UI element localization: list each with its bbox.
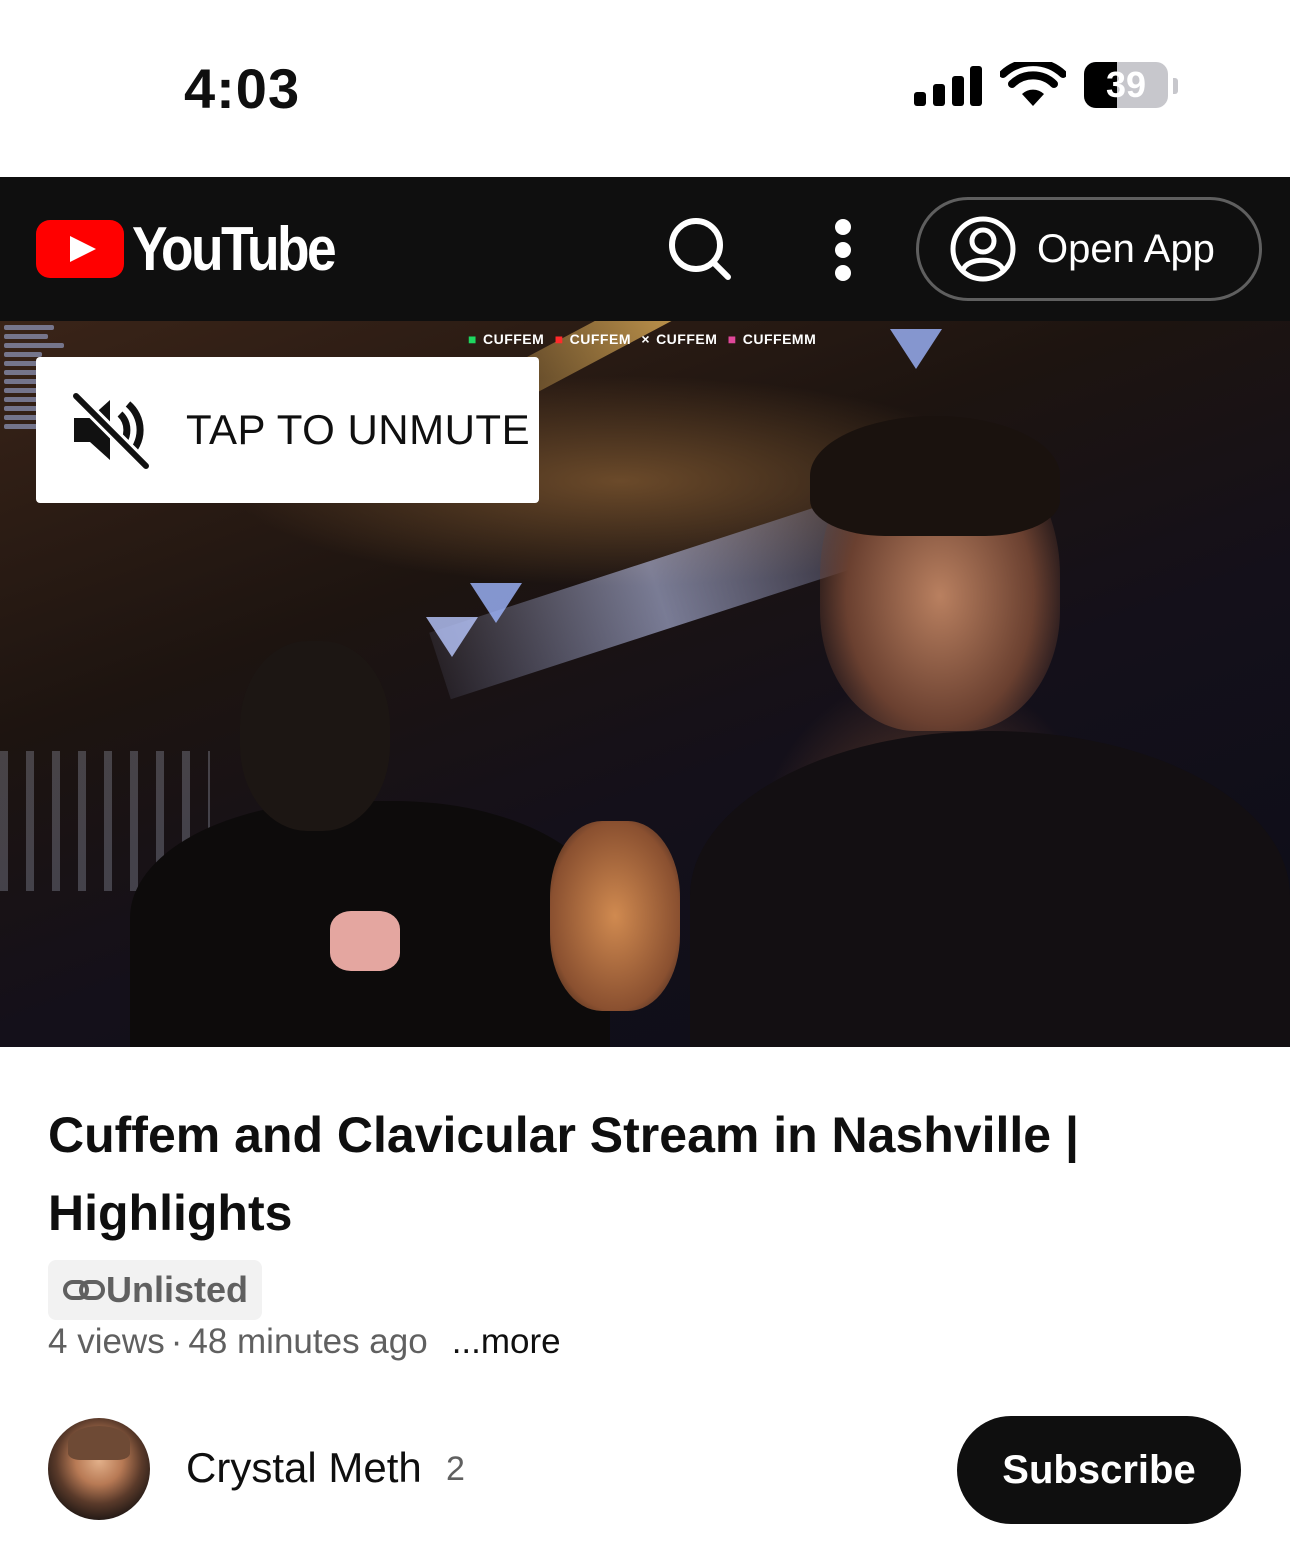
open-app-button[interactable]: Open App	[916, 197, 1262, 301]
channel-avatar[interactable]	[48, 1418, 150, 1520]
more-vert-icon[interactable]	[820, 217, 866, 283]
unmute-label: TAP TO UNMUTE	[186, 406, 531, 453]
open-app-label: Open App	[1037, 226, 1215, 271]
link-icon	[63, 1280, 105, 1300]
overlay-handle: CUFFEM	[569, 331, 631, 347]
video-meta: 4 views · 48 minutes ago ...more	[48, 1322, 561, 1362]
wifi-icon	[1000, 62, 1066, 106]
youtube-header: YouTube Open App	[0, 177, 1290, 321]
unlisted-label: Unlisted	[106, 1269, 249, 1310]
video-title[interactable]: Cuffem and Clavicular Stream in Nashvill…	[48, 1096, 1228, 1252]
status-time: 4:03	[184, 57, 301, 120]
overlay-handle: CUFFEM	[656, 331, 718, 347]
cellular-signal-icon	[914, 66, 982, 106]
stream-socials-overlay: ■ CUFFEM ■ CUFFEM × CUFFEM ■ CUFFEMM	[468, 331, 817, 347]
overlay-handle: CUFFEMM	[742, 331, 817, 347]
subscribe-button[interactable]: Subscribe	[957, 1416, 1241, 1524]
overlay-handle: CUFFEM	[482, 331, 545, 347]
view-count: 4 views	[48, 1322, 165, 1361]
account-circle-icon	[950, 216, 1016, 282]
more-link[interactable]: ...more	[452, 1322, 561, 1361]
youtube-play-logo-icon	[36, 220, 124, 278]
status-bar: 4:03 39	[0, 0, 1290, 177]
subscriber-count: 2	[446, 1450, 465, 1488]
upload-time: 48 minutes ago	[188, 1322, 428, 1361]
video-player[interactable]: ■ CUFFEM ■ CUFFEM × CUFFEM ■ CUFFEMM TAP TO …	[0, 321, 1290, 1047]
search-icon[interactable]	[664, 215, 734, 285]
meta-separator: ·	[170, 1322, 183, 1361]
youtube-logo-text: YouTube	[132, 214, 337, 284]
youtube-logo[interactable]: YouTube	[36, 215, 367, 284]
battery-level: 39	[1105, 64, 1147, 105]
unlisted-badge: Unlisted	[48, 1260, 263, 1320]
battery-icon: 39	[1084, 62, 1178, 110]
tap-to-unmute-button[interactable]: TAP TO UNMUTE	[36, 357, 539, 503]
channel-name[interactable]: Crystal Meth	[186, 1444, 422, 1492]
volume-off-icon	[71, 391, 151, 471]
